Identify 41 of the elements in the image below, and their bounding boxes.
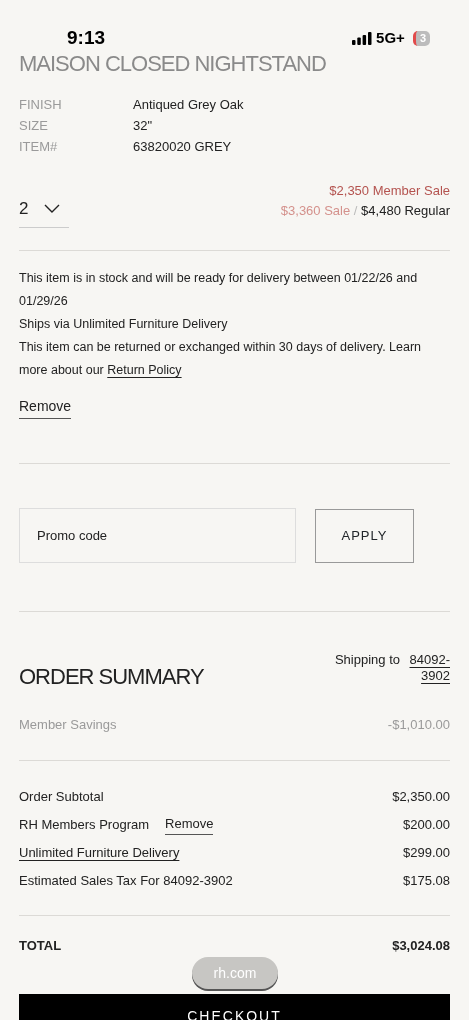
remove-link[interactable]: Remove <box>165 813 214 836</box>
savings-label: Member Savings <box>19 716 117 734</box>
quantity-select[interactable]: 2 <box>19 195 69 228</box>
status-time: 9:13 <box>67 25 106 50</box>
regular-price: $4,480 Regular <box>361 202 450 218</box>
return-policy-link[interactable]: Return Policy <box>107 363 182 377</box>
detail-value: Antiqued Grey Oak <box>133 96 244 114</box>
sale-price: $3,360 Sale <box>280 202 351 218</box>
remove-link[interactable]: Remove <box>19 396 72 419</box>
return-text: This item can be returned or exchanged within 30 days of delivery. Learn more about our Return Policy <box>19 339 423 379</box>
summary-value: $175.08 <box>403 871 450 890</box>
order-summary-title: ORDER SUMMARY <box>19 663 204 691</box>
summary-link[interactable]: Unlimited Furniture Delivery <box>19 842 180 863</box>
savings-value: -$1,010.00 <box>387 716 450 734</box>
member-price: $2,350 Member Sale <box>328 182 450 200</box>
promo-code-field[interactable]: Promo code <box>19 508 296 563</box>
detail-label: SIZE <box>19 117 49 135</box>
product-title: MAISON CLOSED NIGHTSTAND <box>19 50 327 78</box>
total-value: $3,024.08 <box>392 936 450 955</box>
apply-button[interactable]: APPLY <box>315 508 414 563</box>
summary-value: $200.00 <box>403 815 450 834</box>
summary-label: Estimated Sales Tax For 84092-3902 <box>19 871 233 890</box>
detail-value: 32" <box>133 117 153 135</box>
summary-value: $2,350.00 <box>392 787 450 806</box>
summary-value: $299.00 <box>403 843 450 862</box>
battery-level: 3 <box>412 30 430 46</box>
detail-label: ITEM# <box>19 138 59 156</box>
chevron-down-icon <box>44 203 61 213</box>
price-separator: / <box>353 202 358 218</box>
summary-label: Order Subtotal <box>19 787 104 806</box>
shipping-text: Ships via Unlimited Furniture Delivery <box>19 316 229 333</box>
shipping-label: Shipping to <box>334 652 400 669</box>
network-label: 5G+ <box>376 27 405 48</box>
total-label: TOTAL <box>19 936 62 955</box>
signal-icon <box>352 32 373 46</box>
checkout-button[interactable]: CHECKOUT <box>19 994 450 1020</box>
detail-value: 63820020 GREY <box>133 138 232 156</box>
summary-label: RH Members Program <box>19 815 150 834</box>
detail-label: FINISH <box>19 96 63 114</box>
availability-text: This item is in stock and will be ready for delivery between 01/22/26 and 01/29/26 <box>19 270 419 310</box>
zip-code-link[interactable]: 84092-3902 <box>404 652 450 693</box>
